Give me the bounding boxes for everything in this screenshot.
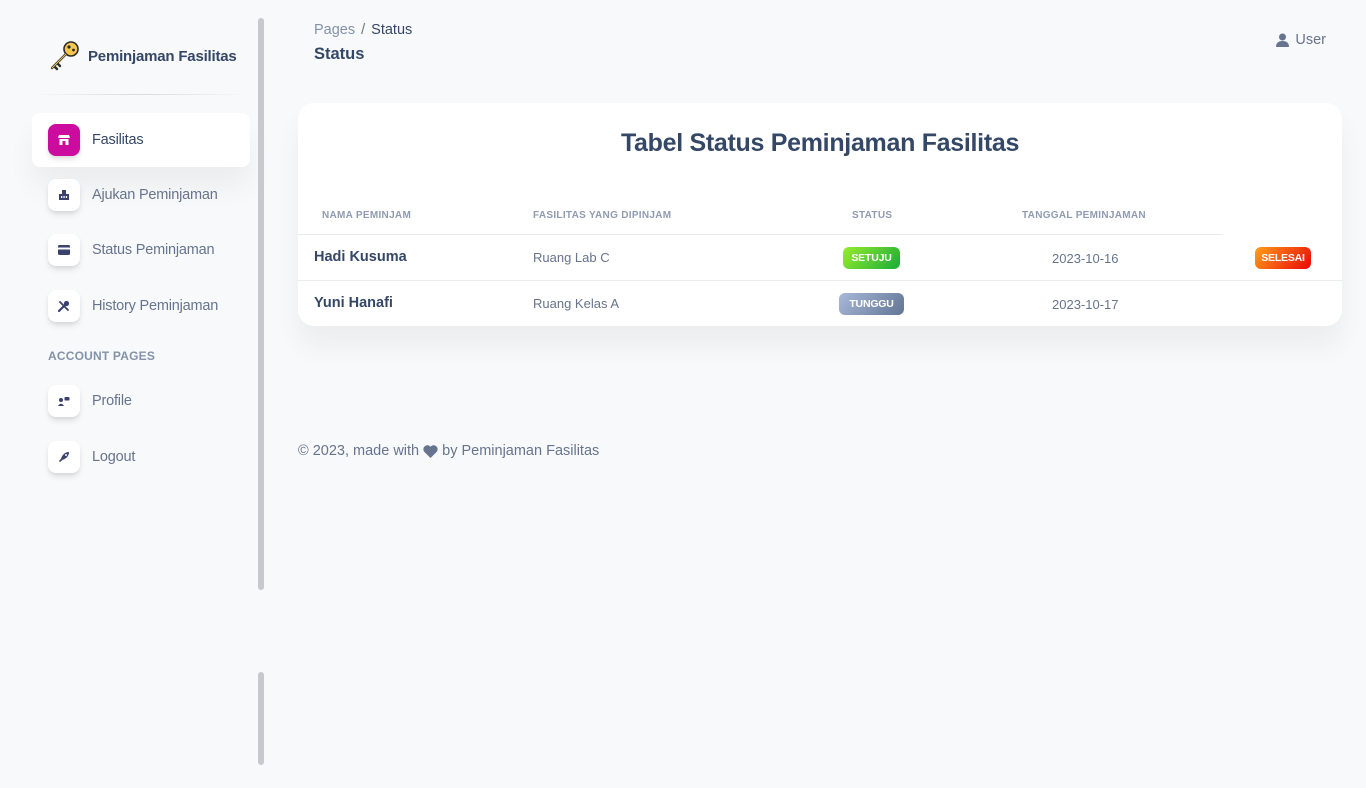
breadcrumb-current: Status	[371, 22, 413, 38]
user-icon	[1276, 33, 1290, 47]
sidebar-item-label: Profile	[92, 393, 132, 409]
column-header-status: STATUS	[852, 210, 893, 221]
table-row-divider	[298, 280, 1342, 281]
tools-icon	[48, 290, 80, 322]
rocket-icon	[48, 441, 80, 473]
footer: © 2023, made with by Peminjaman Fasilita…	[298, 443, 599, 459]
breadcrumb-parent[interactable]: Pages	[314, 22, 355, 38]
user-card-icon	[48, 385, 80, 417]
sidebar-item-history-peminjaman[interactable]: History Peminjaman	[32, 279, 250, 333]
sidebar-item-ajukan-peminjaman[interactable]: Ajukan Peminjaman	[32, 168, 250, 222]
heart-icon	[423, 444, 438, 458]
brand-name: Peminjaman Fasilitas	[88, 47, 237, 65]
sidebar-item-label: Ajukan Peminjaman	[92, 187, 218, 203]
row-1-facility: Ruang Lab C	[533, 250, 610, 265]
row-1-date: 2023-10-16	[1052, 251, 1119, 266]
user-menu[interactable]: User	[1276, 32, 1326, 48]
sidebar-item-fasilitas[interactable]: Fasilitas	[32, 113, 250, 167]
row-2-name: Yuni Hanafi	[314, 295, 393, 311]
brand-link[interactable]: Peminjaman Fasilitas	[48, 38, 237, 74]
sidebar-item-profile[interactable]: Profile	[32, 374, 250, 428]
account-pages-heading: ACCOUNT PAGES	[48, 349, 156, 363]
sidebar-item-logout[interactable]: Logout	[32, 430, 250, 484]
status-badge: SETUJU	[843, 247, 900, 269]
column-header-nama: NAMA PEMINJAM	[322, 210, 412, 221]
sidebar-item-label: History Peminjaman	[92, 298, 219, 314]
column-header-fasilitas: FASILITAS YANG DIPINJAM	[533, 210, 672, 221]
office-icon	[48, 179, 80, 211]
sidebar: Peminjaman Fasilitas Fasilitas Ajukan Pe…	[0, 0, 264, 788]
sidebar-divider	[32, 94, 250, 95]
table-title: Tabel Status Peminjaman Fasilitas	[620, 129, 1020, 157]
column-header-tanggal: TANGGAL PEMINJAMAN	[1022, 210, 1146, 221]
row-2-date: 2023-10-17	[1052, 297, 1119, 312]
footer-prefix: © 2023, made with	[298, 443, 420, 459]
sidebar-item-status-peminjaman[interactable]: Status Peminjaman	[32, 223, 250, 277]
row-1-name: Hadi Kusuma	[314, 249, 407, 265]
breadcrumb: Pages / Status	[314, 22, 412, 38]
key-icon	[50, 41, 79, 71]
sidebar-scrollbar[interactable]	[258, 18, 264, 590]
selesai-button[interactable]: SELESAI	[1255, 247, 1311, 269]
sidebar-scrollbar-lower[interactable]	[258, 672, 264, 765]
footer-suffix[interactable]: by Peminjaman Fasilitas	[442, 443, 599, 459]
user-label: User	[1295, 32, 1326, 48]
sidebar-item-label: Fasilitas	[92, 132, 144, 148]
row-2-facility: Ruang Kelas A	[533, 296, 620, 311]
status-table-card: Tabel Status Peminjaman Fasilitas NAMA P…	[298, 103, 1342, 326]
page-title: Status	[314, 45, 365, 63]
sidebar-item-label: Logout	[92, 449, 136, 465]
sidebar-item-label: Status Peminjaman	[92, 242, 215, 258]
shop-icon	[48, 124, 80, 156]
table-header-divider	[298, 234, 1223, 235]
status-badge: TUNGGU	[839, 293, 904, 315]
credit-card-icon	[48, 234, 80, 266]
breadcrumb-separator: /	[361, 22, 366, 38]
